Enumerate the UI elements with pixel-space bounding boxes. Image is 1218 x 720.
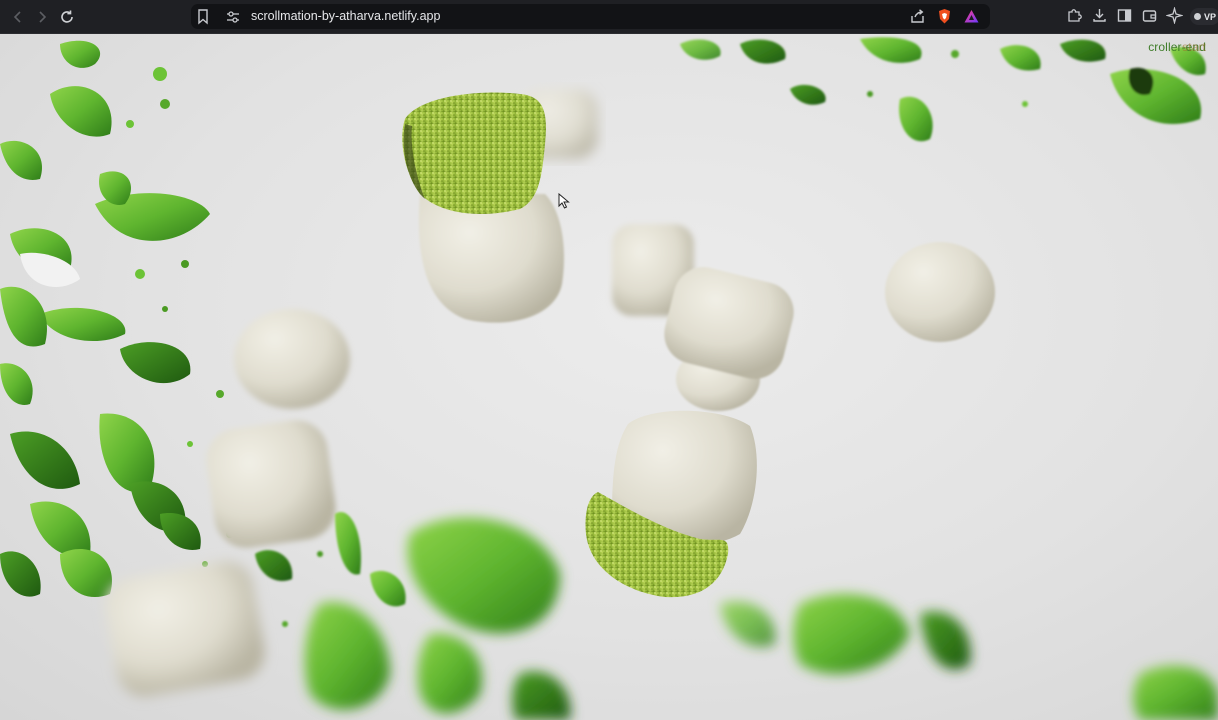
wallet-icon[interactable] <box>1141 7 1158 24</box>
scroller-debug-label: croller-end start <box>1148 40 1206 54</box>
vpn-label: VP <box>1204 11 1217 22</box>
leaf-cluster-top-right <box>680 37 1206 142</box>
leaf-cluster-left <box>0 40 248 598</box>
leo-ai-icon[interactable] <box>1166 7 1183 24</box>
bookmark-icon[interactable] <box>195 8 211 25</box>
vpn-status-icon <box>1194 13 1201 20</box>
marshmallow-bottom-left <box>105 561 265 697</box>
arrow-left-icon <box>13 11 21 23</box>
hero-scene <box>0 37 1218 720</box>
rewards-triangle-icon[interactable] <box>963 8 980 25</box>
reload-icon <box>61 10 73 23</box>
brave-shield-icon[interactable] <box>936 8 953 25</box>
sidebar-icon[interactable] <box>1116 7 1133 24</box>
marshmallow-pair <box>664 267 794 411</box>
page-viewport[interactable]: croller-end start <box>0 34 1218 720</box>
matcha-marshmallow-bottom <box>585 410 757 598</box>
scroller-start-label: start <box>1182 40 1206 54</box>
marshmallow-right <box>885 242 995 342</box>
vpn-button[interactable]: VP <box>1190 8 1218 25</box>
download-icon[interactable] <box>1091 7 1108 24</box>
leaf-foreground-bottom <box>304 517 1218 720</box>
browser-toolbar: scrollmation-by-atharva.netlify.app VP <box>0 0 1218 34</box>
reload-button[interactable] <box>58 8 76 26</box>
marshmallow-lower-left <box>206 420 336 548</box>
mouse-cursor-icon <box>558 193 570 209</box>
back-button[interactable] <box>9 8 27 26</box>
share-icon[interactable] <box>909 8 926 25</box>
arrow-right-icon <box>39 11 47 23</box>
tune-icon[interactable] <box>225 9 241 25</box>
url-text[interactable]: scrollmation-by-atharva.netlify.app <box>251 9 440 23</box>
address-bar[interactable]: scrollmation-by-atharva.netlify.app <box>191 4 990 29</box>
forward-button[interactable] <box>33 8 51 26</box>
matcha-marshmallow-top <box>402 92 565 323</box>
marshmallow-mid-left <box>234 309 350 409</box>
puzzle-icon[interactable] <box>1066 7 1083 24</box>
